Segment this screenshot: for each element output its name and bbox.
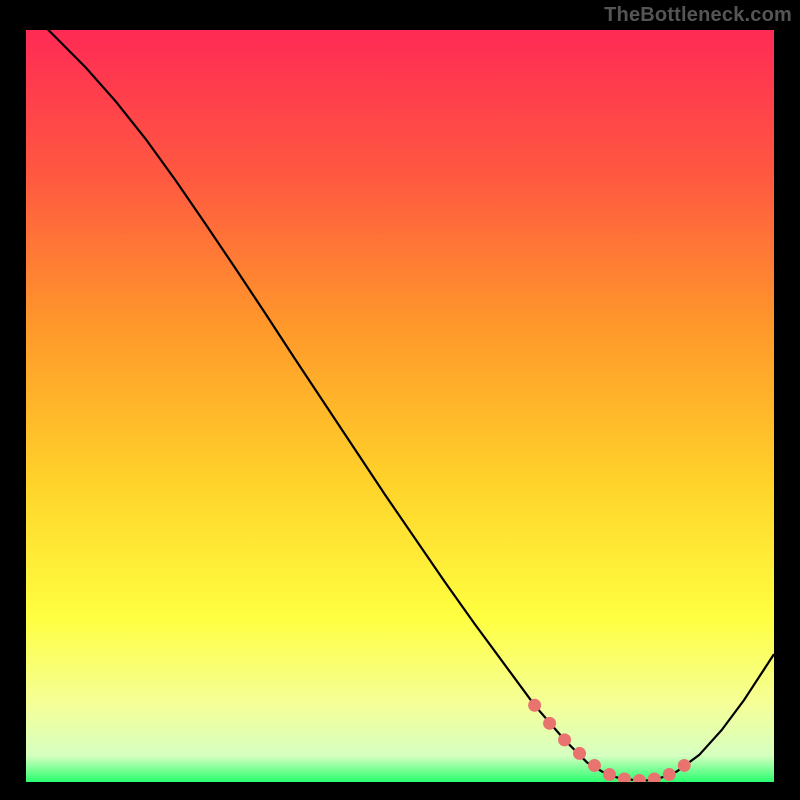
plot-area	[26, 30, 774, 782]
chart-svg	[26, 30, 774, 782]
chart-frame: TheBottleneck.com	[0, 0, 800, 800]
highlight-marker	[558, 733, 571, 746]
highlight-marker	[588, 759, 601, 772]
highlight-marker	[603, 768, 616, 781]
highlight-marker	[543, 717, 556, 730]
highlight-marker	[678, 759, 691, 772]
gradient-background	[26, 30, 774, 782]
highlight-marker	[528, 699, 541, 712]
highlight-marker	[573, 747, 586, 760]
highlight-marker	[663, 768, 676, 781]
watermark-text: TheBottleneck.com	[604, 4, 792, 27]
